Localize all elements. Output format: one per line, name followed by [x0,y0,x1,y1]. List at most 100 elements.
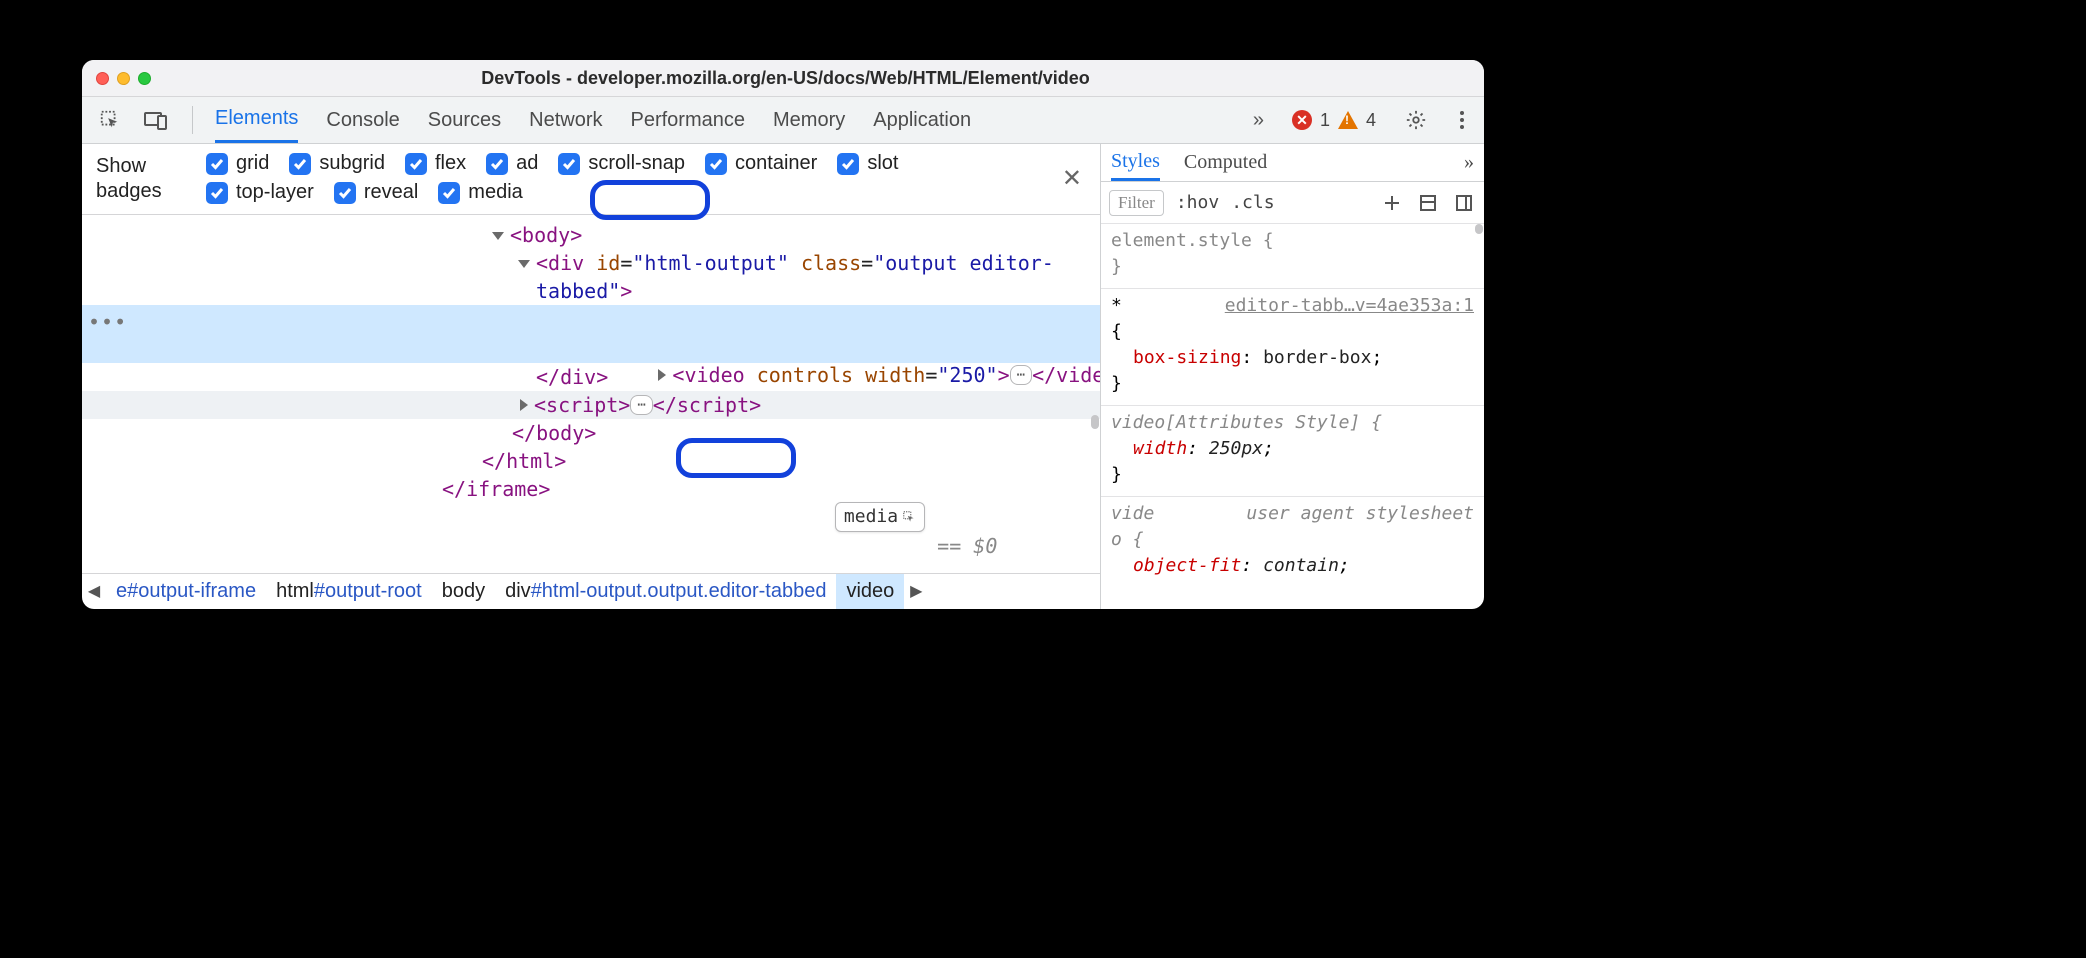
breadcrumb-scroll-left-icon[interactable]: ◀ [82,581,106,601]
badge-check-container[interactable]: container [705,152,817,175]
rule-source-link[interactable]: editor-tabb…v=4ae353a:1 [1225,293,1474,319]
dom-node-script[interactable]: <script>⋯</script> [82,391,1100,419]
checkbox-icon[interactable] [206,182,228,204]
styles-tabbar: Styles Computed » [1101,144,1484,182]
badge-check-media[interactable]: media [438,181,522,204]
crumb-div[interactable]: div#html-output.output.editor-tabbed [495,574,836,609]
new-rule-plus-icon[interactable] [1380,191,1404,215]
crumb-html[interactable]: html#output-root [266,574,432,609]
checkbox-icon[interactable] [438,182,460,204]
dom-node-body[interactable]: <body> [82,221,1100,249]
badge-check-flex[interactable]: flex [405,152,466,175]
hov-button[interactable]: :hov [1176,192,1219,213]
checkbox-icon[interactable] [558,153,580,175]
dom-node-video-selected[interactable]: ••• <video controls width="250">⋯</video… [82,305,1100,363]
badge-check-grid[interactable]: grid [206,152,269,175]
main-tabbar: Elements Console Sources Network Perform… [82,97,1484,144]
error-count[interactable]: 1 [1320,110,1330,131]
rule-prop[interactable]: box-sizing: border-box; [1111,345,1474,371]
dom-node-iframe-close[interactable]: </iframe> [82,475,1100,503]
prop-value: border-box [1263,347,1371,368]
tab-application[interactable]: Application [873,97,971,143]
checkbox-icon[interactable] [486,153,508,175]
filter-input[interactable]: Filter [1109,190,1164,216]
kebab-menu-icon[interactable] [1448,106,1476,134]
dom-node-div-open-wrap[interactable]: tabbed"> [82,277,1100,305]
tabs-overflow-icon[interactable]: » [1253,109,1264,132]
devtools-window: DevTools - developer.mozilla.org/en-US/d… [82,60,1484,609]
breadcrumb-bar: ◀ e#output-iframe html#output-root body … [82,573,1100,609]
tab-computed[interactable]: Computed [1184,144,1267,181]
computed-styles-icon[interactable] [1416,191,1440,215]
tab-network[interactable]: Network [529,97,602,143]
toggle-sidebar-icon[interactable] [1452,191,1476,215]
checkbox-icon[interactable] [289,153,311,175]
rule-element-style[interactable]: element.style { } [1101,224,1484,289]
media-badge[interactable]: media [835,502,925,532]
styles-overflow-icon[interactable]: » [1464,151,1474,174]
rule-close: } [1111,464,1122,485]
inspect-icon[interactable] [96,106,124,134]
device-toolbar-icon[interactable] [142,106,170,134]
styles-scrollbar[interactable] [1475,224,1483,234]
rule-prop[interactable]: width: 250px; [1111,436,1474,462]
crumb-iframe[interactable]: e#output-iframe [106,574,266,609]
warning-icon[interactable] [1338,111,1358,129]
badge-settings-bar: Show badges grid subgrid flex ad scroll-… [82,144,1100,215]
crumb-video[interactable]: video [836,574,904,609]
checkbox-icon[interactable] [334,182,356,204]
close-window-button[interactable] [96,72,109,85]
settings-gear-icon[interactable] [1402,106,1430,134]
crumb-body[interactable]: body [432,574,495,609]
cls-button[interactable]: .cls [1231,192,1274,213]
badge-check-ad[interactable]: ad [486,152,538,175]
checkbox-icon[interactable] [837,153,859,175]
tab-sources[interactable]: Sources [428,97,501,143]
dom-node-body-close[interactable]: </body> [82,419,1100,447]
rule-video-ua[interactable]: vide user agent stylesheet o { object-fi… [1101,497,1484,587]
checkbox-icon[interactable] [206,153,228,175]
badge-check-slot[interactable]: slot [837,152,898,175]
rule-star[interactable]: * editor-tabb…v=4ae353a:1 { box-sizing: … [1101,289,1484,406]
dom-node-html-close[interactable]: </html> [82,447,1100,475]
breadcrumb-scroll-right-icon[interactable]: ▶ [904,581,928,601]
error-icon[interactable]: ✕ [1292,110,1312,130]
styles-rules[interactable]: element.style { } * editor-tabb…v=4ae353… [1101,224,1484,609]
prop-value: contain [1263,555,1339,576]
tab-performance[interactable]: Performance [631,97,746,143]
tab-memory[interactable]: Memory [773,97,845,143]
rule-selector-part: vide [1111,503,1154,524]
rule-selector: video[Attributes Style] { [1111,412,1382,433]
tab-styles[interactable]: Styles [1111,144,1160,181]
prop-value: 250px [1209,438,1263,459]
tab-console[interactable]: Console [326,97,399,143]
tab-elements[interactable]: Elements [215,97,298,143]
checkbox-icon[interactable] [705,153,727,175]
badge-label: container [735,152,817,175]
gutter-ellipsis-icon[interactable]: ••• [88,308,127,336]
badge-check-subgrid[interactable]: subgrid [289,152,385,175]
rule-video-attributes[interactable]: video[Attributes Style] { width: 250px; … [1101,406,1484,497]
disclosure-down-icon[interactable] [518,260,530,268]
badge-check-reveal[interactable]: reveal [334,181,418,204]
maximize-window-button[interactable] [138,72,151,85]
styles-panel: Styles Computed » Filter :hov .cls eleme… [1101,144,1484,609]
badge-check-top-layer[interactable]: top-layer [206,181,314,204]
prop-name: width [1133,438,1187,459]
badge-label: top-layer [236,181,314,204]
dom-tree[interactable]: <body> <div id="html-output" class="outp… [82,215,1100,573]
disclosure-right-icon[interactable] [520,399,528,411]
minimize-window-button[interactable] [117,72,130,85]
tabbar-separator [192,106,193,134]
close-badge-settings-icon[interactable]: ✕ [1058,164,1086,193]
badge-settings-label: Show badges [96,152,186,204]
dom-node-div-close[interactable]: </div> [82,363,1100,391]
checkbox-icon[interactable] [405,153,427,175]
rule-prop[interactable]: object-fit: contain; [1111,553,1474,579]
dom-node-div-open[interactable]: <div id="html-output" class="output edit… [82,249,1100,277]
dom-scrollbar[interactable] [1091,415,1099,429]
disclosure-down-icon[interactable] [492,232,504,240]
collapsed-ellipsis-icon[interactable]: ⋯ [630,395,652,415]
badge-check-scroll-snap[interactable]: scroll-snap [558,152,685,175]
warning-count[interactable]: 4 [1366,110,1376,131]
